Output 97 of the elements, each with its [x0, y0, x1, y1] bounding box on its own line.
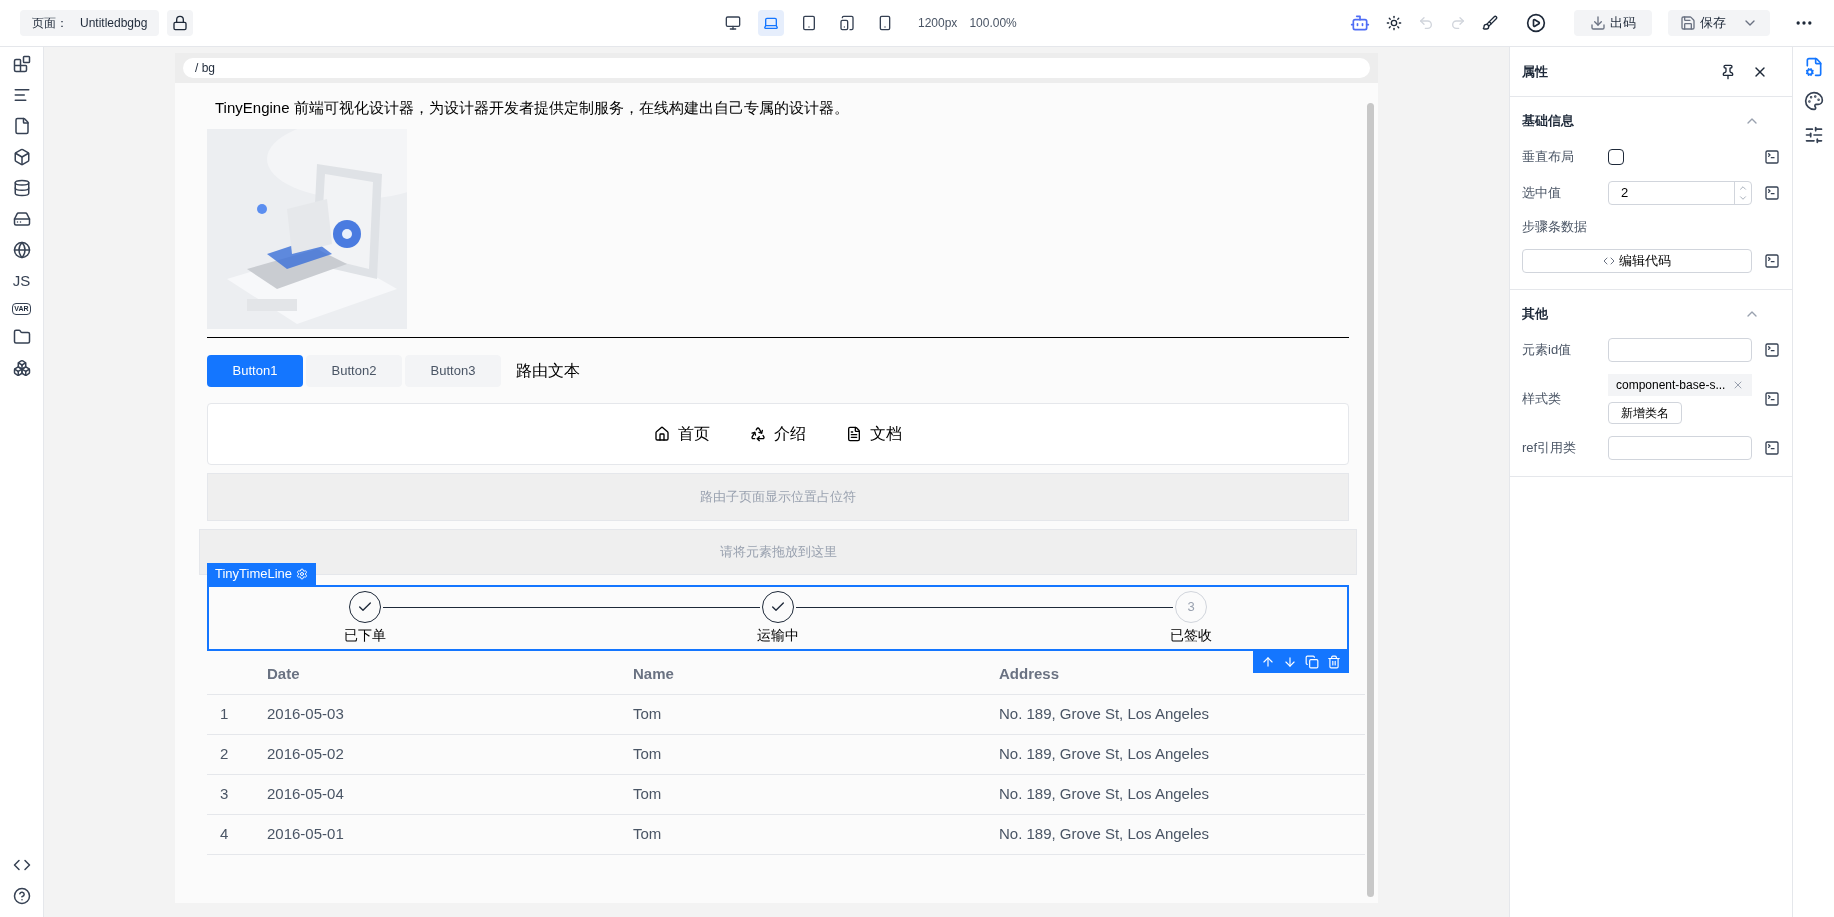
- nav-icon: [750, 425, 766, 442]
- table-cell-text: 2016-05-03: [267, 703, 345, 724]
- nav-link[interactable]: 首页: [654, 421, 710, 446]
- js-icon[interactable]: JS: [12, 272, 31, 290]
- row-number: 4: [219, 823, 230, 844]
- input-field[interactable]: [1608, 337, 1752, 362]
- cube-icon[interactable]: [12, 148, 31, 166]
- drive-icon[interactable]: [12, 210, 31, 228]
- router-view-panel: 路由子页面显示位置占位符: [207, 472, 1349, 521]
- tab-button[interactable]: Button1: [207, 354, 303, 387]
- step-label: 运输中: [757, 625, 799, 645]
- nav-link[interactable]: 介绍: [750, 421, 806, 446]
- preview-icon[interactable]: [1526, 13, 1546, 33]
- field-label: ref引用类: [1522, 438, 1578, 457]
- device-icon: [877, 15, 893, 31]
- gear-icon[interactable]: [296, 567, 309, 580]
- brush-icon[interactable]: [1482, 15, 1498, 31]
- move-down-icon[interactable]: [1283, 654, 1297, 669]
- database-icon[interactable]: [12, 179, 31, 197]
- add-class-button[interactable]: 新增类名: [1608, 401, 1682, 424]
- save-button[interactable]: 保存: [1668, 10, 1770, 36]
- code-binding-icon[interactable]: [1764, 149, 1780, 165]
- row-number: 2: [219, 743, 230, 764]
- row-number: 1: [219, 703, 230, 724]
- code-binding-icon[interactable]: [1764, 252, 1780, 269]
- input-field[interactable]: [1608, 435, 1752, 460]
- table-cell-text: 2016-05-01: [267, 823, 345, 844]
- table-cell-text: No. 189, Grove St, Los Angeles: [999, 823, 1211, 844]
- device-icon: [801, 15, 817, 31]
- column-header: Name: [633, 663, 675, 684]
- field-label: 垂直布局: [1522, 148, 1575, 167]
- page-icon[interactable]: [12, 117, 31, 135]
- breadcrumb-bar: / bg: [183, 58, 1370, 78]
- edit-code-button[interactable]: 编辑代码: [1522, 248, 1752, 273]
- page-label: 页面：: [32, 15, 68, 32]
- table-cell-text: No. 189, Grove St, Los Angeles: [999, 743, 1211, 764]
- lock-icon[interactable]: [167, 10, 194, 36]
- pin-icon[interactable]: [1720, 63, 1736, 80]
- code-binding-icon[interactable]: [1764, 341, 1780, 358]
- outline-icon[interactable]: [12, 86, 31, 104]
- robot-icon[interactable]: [1350, 13, 1370, 33]
- help-icon[interactable]: [12, 887, 31, 905]
- checkbox[interactable]: [1608, 149, 1624, 165]
- intro-text: TinyEngine 前端可视化设计器，为设计器开发者提供定制服务，在线构建出自己专属的设计器。: [214, 98, 850, 118]
- boxes-icon[interactable]: [12, 359, 31, 377]
- code-binding-icon[interactable]: [1764, 185, 1780, 201]
- canvas-zoom: 100.00%: [969, 15, 1017, 32]
- folder-icon[interactable]: [12, 328, 31, 346]
- router-link[interactable]: 路由文本: [516, 358, 580, 383]
- page-name: Untitledbgbg: [80, 15, 148, 32]
- table-cell-text: 2016-05-02: [267, 743, 345, 764]
- field-label: 步骤条数据: [1522, 218, 1588, 236]
- table-cell-text: Tom: [633, 743, 663, 764]
- section-title: 基础信息: [1522, 112, 1574, 131]
- device-icon: [763, 15, 779, 31]
- step-label: 已下单: [344, 625, 386, 645]
- table-cell-text: Tom: [633, 703, 663, 724]
- step-label: 已签收: [1170, 625, 1212, 645]
- download-icon: [1590, 15, 1606, 31]
- code-binding-icon[interactable]: [1764, 390, 1780, 407]
- save-icon: [1680, 15, 1696, 31]
- column-header: Date: [267, 663, 301, 684]
- delete-icon[interactable]: [1327, 654, 1341, 669]
- copy-icon[interactable]: [1305, 654, 1319, 669]
- settings-icon[interactable]: [1803, 125, 1824, 145]
- tab-button[interactable]: Button2: [306, 354, 402, 387]
- device-icon: [725, 15, 741, 31]
- canvas-width: 1200px: [918, 15, 958, 32]
- field-label: 选中值: [1522, 184, 1562, 203]
- table-cell-text: 2016-05-04: [267, 783, 345, 804]
- tab-button[interactable]: Button3: [405, 354, 501, 387]
- table-cell-text: No. 189, Grove St, Los Angeles: [999, 783, 1211, 804]
- field-label: 元素id值: [1522, 340, 1573, 359]
- nav-icon: [846, 425, 862, 442]
- table-cell-text: Tom: [633, 823, 663, 844]
- section-title: 其他: [1522, 304, 1548, 323]
- globe-icon[interactable]: [12, 241, 31, 259]
- column-header: Address: [999, 663, 1061, 684]
- move-up-icon[interactable]: [1261, 654, 1275, 669]
- scrollbar[interactable]: [1367, 103, 1374, 897]
- panel-title: 属性: [1522, 62, 1548, 81]
- theme-icon[interactable]: [1386, 15, 1402, 31]
- component-label: TinyTimeLine: [207, 562, 317, 585]
- code-binding-icon[interactable]: [1764, 439, 1780, 456]
- page-selector[interactable]: 页面： Untitledbgbg: [20, 10, 160, 36]
- nav-icon: [654, 425, 670, 442]
- row-number: 3: [219, 783, 230, 804]
- components-icon[interactable]: [12, 55, 31, 73]
- table-cell-text: No. 189, Grove St, Los Angeles: [999, 703, 1211, 724]
- style-icon[interactable]: [1803, 91, 1824, 111]
- nav-link[interactable]: 文档: [846, 421, 902, 446]
- properties-icon[interactable]: [1803, 57, 1824, 77]
- class-tag: component-base-s...: [1608, 373, 1752, 396]
- export-button[interactable]: 出码: [1574, 10, 1652, 36]
- field-label: 样式类: [1522, 389, 1562, 408]
- device-icon: [839, 15, 855, 31]
- table-cell-text: Tom: [633, 783, 663, 804]
